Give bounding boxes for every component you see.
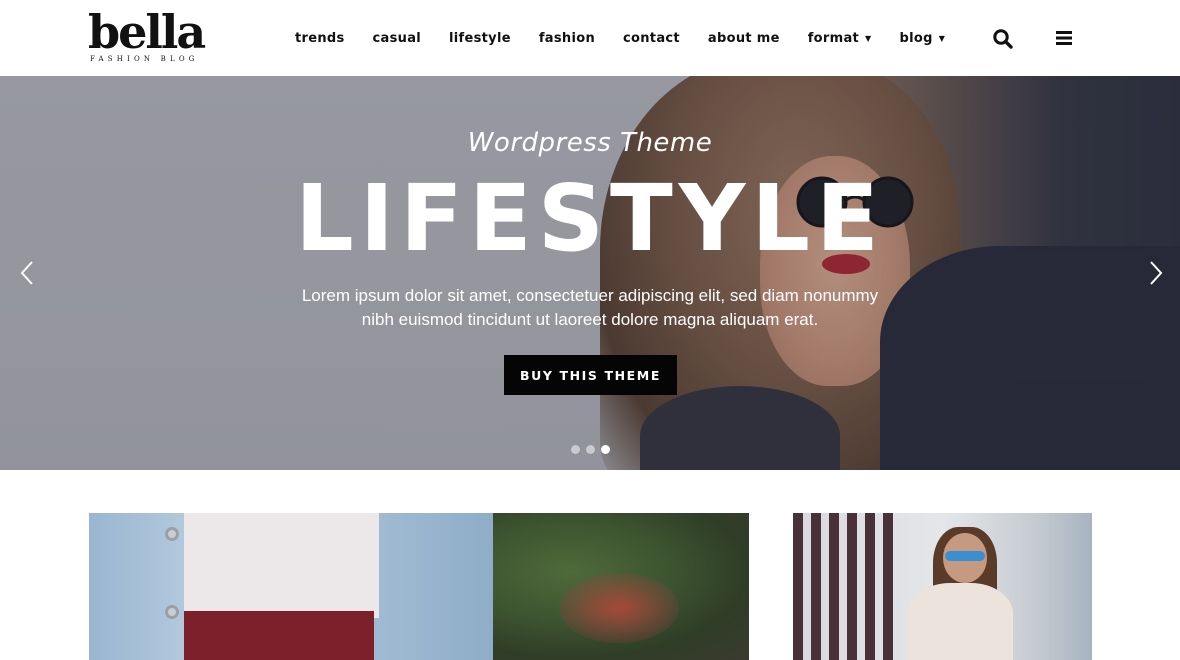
slider-pagination xyxy=(571,445,616,454)
nav-item-fashion[interactable]: fashion xyxy=(539,31,595,46)
nav-item-blog[interactable]: blog ▼ xyxy=(900,31,946,46)
post-photo-shirt xyxy=(184,513,379,618)
chevron-down-icon: ▼ xyxy=(938,33,946,43)
post-photo-skirt xyxy=(184,611,374,660)
nav-item-label: fashion xyxy=(538,30,596,46)
logo-tagline: FASHION BLOG xyxy=(90,55,199,63)
main-nav: trends casual lifestyle fashion contact … xyxy=(295,28,973,48)
hero-title: LIFESTYLE xyxy=(295,165,885,272)
post-photo-fence xyxy=(829,513,839,660)
post-photo-fence xyxy=(811,513,821,660)
nav-item-label: contact xyxy=(623,30,680,46)
post-photo-fence xyxy=(793,513,803,660)
nav-item-label: blog xyxy=(899,30,933,46)
post-photo-bokeh xyxy=(559,573,679,643)
logo-wordmark: bella xyxy=(88,5,206,59)
slider-dot[interactable] xyxy=(586,445,595,454)
search-icon[interactable] xyxy=(992,28,1014,50)
hamburger-menu-icon[interactable] xyxy=(1055,29,1073,47)
hero-slider: Wordpress Theme LIFESTYLE Lorem ipsum do… xyxy=(0,76,1180,470)
nav-item-casual[interactable]: casual xyxy=(373,31,422,46)
nav-item-label: lifestyle xyxy=(449,30,511,46)
post-thumbnail[interactable] xyxy=(793,513,1092,660)
post-photo-sunglasses xyxy=(945,551,985,561)
post-photo-button xyxy=(165,605,179,619)
post-thumbnail[interactable] xyxy=(89,513,749,660)
post-photo-fence xyxy=(847,513,857,660)
nav-item-label: format xyxy=(807,30,860,46)
post-photo-body xyxy=(908,583,1013,660)
chevron-down-icon: ▼ xyxy=(865,33,872,43)
post-photo-button xyxy=(165,527,179,541)
nav-item-label: trends xyxy=(295,30,345,46)
nav-item-about-me[interactable]: about me xyxy=(708,31,780,46)
nav-item-lifestyle[interactable]: lifestyle xyxy=(449,31,511,46)
nav-item-contact[interactable]: contact xyxy=(623,31,680,46)
chevron-right-icon[interactable] xyxy=(1145,260,1165,286)
logo[interactable]: bella FASHION BLOG xyxy=(88,5,206,66)
hero-subtitle: Wordpress Theme xyxy=(467,128,713,158)
buy-theme-button[interactable]: BUY THIS THEME xyxy=(504,355,677,395)
site-header: bella FASHION BLOG trends casual lifesty… xyxy=(0,0,1180,76)
hero-description-line: nibh euismod tincidunt ut laoreet dolore… xyxy=(361,310,819,329)
nav-item-label: casual xyxy=(372,30,422,46)
post-photo-fence xyxy=(883,513,893,660)
hero-description-line: Lorem ipsum dolor sit amet, consectetuer… xyxy=(301,286,879,305)
hero-description: Lorem ipsum dolor sit amet, consectetuer… xyxy=(300,284,880,332)
nav-item-label: about me xyxy=(707,30,780,46)
slider-dot[interactable] xyxy=(571,445,580,454)
nav-item-format[interactable]: format ▼ xyxy=(808,31,872,46)
post-photo-fence xyxy=(865,513,875,660)
nav-item-trends[interactable]: trends xyxy=(295,31,345,46)
chevron-left-icon[interactable] xyxy=(18,260,38,286)
slider-dot-active[interactable] xyxy=(601,445,610,454)
